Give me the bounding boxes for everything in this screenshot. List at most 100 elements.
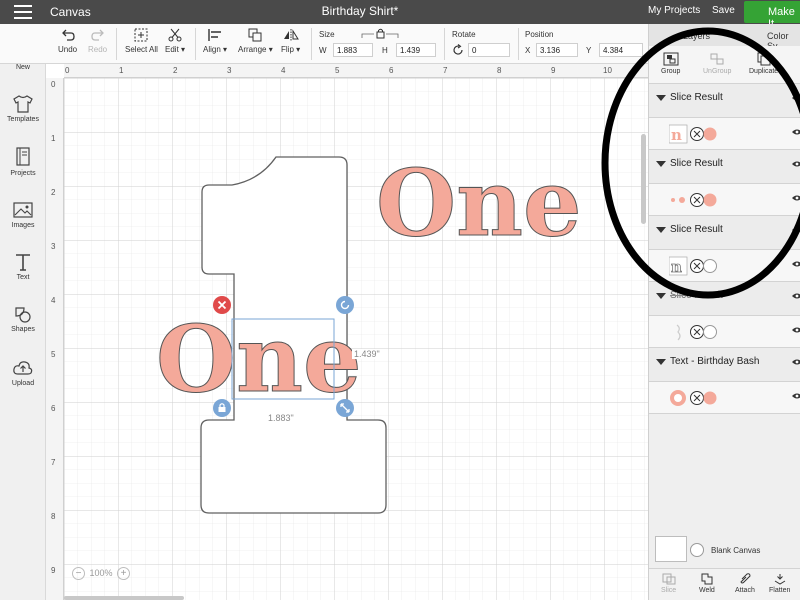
lock-ratio-icon[interactable]	[360, 28, 400, 40]
layer-thumbnail	[670, 390, 717, 406]
width-dimension-label: 1.883"	[268, 413, 294, 423]
zoom-in-button[interactable]: +	[117, 567, 131, 580]
layer-group-header[interactable]: Text - Birthday Bash	[649, 348, 800, 382]
sidebar-label-projects: Projects	[10, 170, 36, 177]
cloud-upload-icon	[13, 361, 33, 375]
collapse-chevron-icon[interactable]	[656, 95, 666, 101]
save-link[interactable]: Save	[712, 5, 735, 16]
layer-row[interactable]: n	[649, 118, 800, 150]
height-input[interactable]: 1.439	[396, 43, 436, 57]
blank-canvas-swatch[interactable]	[655, 536, 687, 562]
ruler-top-tick: 0	[65, 66, 70, 75]
visibility-eye-icon[interactable]	[791, 194, 800, 202]
edit-toolbar: Undo Redo Select All Edit ▾ Align ▾ Arra…	[0, 24, 648, 64]
sidebar-item-upload[interactable]: Upload	[0, 358, 46, 387]
layer-row[interactable]	[649, 382, 800, 414]
design-canvas[interactable]: 0 1 2 3 4 5 6 7 8 9 10 0 1 2 3 4 5 6 7 8…	[46, 64, 648, 600]
sidebar-item-shapes[interactable]: Shapes	[0, 304, 46, 333]
ruler-left-tick: 6	[51, 404, 56, 413]
layer-group-title: Slice Result	[670, 158, 723, 169]
visibility-eye-icon[interactable]	[791, 128, 800, 136]
layer-group-header[interactable]: Slice Result	[649, 216, 800, 250]
redo-button[interactable]: Redo	[88, 28, 107, 54]
blank-canvas-color-picker[interactable]	[690, 543, 704, 557]
layer-group-title: Slice Result	[670, 290, 723, 301]
sidebar-item-templates[interactable]: Templates	[0, 94, 46, 123]
ruler-top-tick: 3	[227, 66, 232, 75]
visibility-eye-icon[interactable]	[791, 292, 800, 300]
undo-button[interactable]: Undo	[58, 28, 77, 54]
rotate-input[interactable]: 0	[468, 43, 510, 57]
duplicate-button[interactable]: Duplicate	[749, 52, 778, 75]
text-one-right[interactable]: One	[376, 149, 583, 258]
visibility-eye-icon[interactable]	[791, 94, 800, 102]
ungroup-button[interactable]: UnGroup	[703, 52, 731, 75]
select-all-label: Select All	[125, 45, 158, 54]
shapes-icon	[15, 307, 31, 323]
my-projects-link[interactable]: My Projects	[648, 5, 700, 16]
rotate-handle[interactable]	[336, 296, 354, 314]
size-label: Size	[319, 30, 335, 39]
ruler-left-tick: 4	[51, 296, 56, 305]
visibility-eye-icon[interactable]	[791, 358, 800, 366]
slice-button[interactable]: Slice	[661, 573, 676, 594]
bottom-tools: Slice Weld Attach Flatten	[649, 568, 800, 600]
sidebar-item-text[interactable]: Text	[0, 252, 46, 281]
select-all-icon	[134, 28, 148, 42]
x-position-input[interactable]: 3.136	[536, 43, 578, 57]
zoom-out-button[interactable]: −	[72, 567, 85, 580]
sidebar-item-images[interactable]: Images	[0, 200, 46, 229]
attach-button[interactable]: Attach	[735, 573, 755, 594]
ruler-top-tick: 6	[389, 66, 394, 75]
scissors-icon	[168, 28, 182, 42]
collapse-chevron-icon[interactable]	[656, 227, 666, 233]
visibility-eye-icon[interactable]	[791, 226, 800, 234]
group-button[interactable]: Group	[661, 52, 680, 75]
align-menu-button[interactable]: Align ▾	[203, 28, 227, 54]
weld-button[interactable]: Weld	[699, 573, 715, 594]
width-input[interactable]: 1.883	[333, 43, 373, 57]
vertical-scrollbar[interactable]	[641, 134, 646, 224]
layer-group-title: Slice Result	[670, 92, 723, 103]
visibility-eye-icon[interactable]	[791, 260, 800, 268]
svg-text:n: n	[671, 126, 682, 144]
y-position-input[interactable]: 4.384	[599, 43, 643, 57]
layer-row[interactable]	[649, 316, 800, 348]
layer-group-header[interactable]: Slice Result	[649, 84, 800, 118]
sidebar-label-images: Images	[11, 222, 35, 229]
arrange-label: Arrange	[238, 45, 267, 54]
text-one-left[interactable]: One	[156, 305, 363, 414]
zoom-control: − 100% +	[72, 567, 131, 580]
collapse-chevron-icon[interactable]	[656, 161, 666, 167]
edit-menu-button[interactable]: Edit ▾	[165, 28, 185, 54]
visibility-eye-icon[interactable]	[791, 392, 800, 400]
arrange-menu-button[interactable]: Arrange ▾	[238, 28, 273, 54]
group-icon	[663, 52, 679, 66]
layer-group-header[interactable]: Slice Result	[649, 150, 800, 184]
flatten-button[interactable]: Flatten	[769, 573, 790, 594]
edit-label: Edit	[165, 45, 179, 54]
layer-row[interactable]	[649, 184, 800, 216]
make-it-button[interactable]: Make It	[744, 1, 800, 30]
collapse-chevron-icon[interactable]	[656, 359, 666, 365]
select-all-button[interactable]: Select All	[125, 28, 158, 54]
horizontal-scrollbar[interactable]	[64, 596, 184, 600]
visibility-eye-icon[interactable]	[791, 160, 800, 168]
weld-label: Weld	[699, 587, 715, 594]
height-dimension-label: 1.439"	[352, 349, 382, 359]
sidebar-item-projects[interactable]: Projects	[0, 146, 46, 177]
layers-panel: Layers Color Sy Group UnGroup Duplicate …	[648, 24, 800, 600]
layer-group-header[interactable]: Slice Result	[649, 282, 800, 316]
collapse-chevron-icon[interactable]	[656, 293, 666, 299]
flip-menu-button[interactable]: Flip ▾	[281, 28, 300, 54]
flatten-label: Flatten	[769, 587, 791, 594]
top-bar: Canvas Birthday Shirt* My Projects Save …	[0, 0, 800, 30]
visibility-eye-icon[interactable]	[791, 326, 800, 334]
tab-layers[interactable]: Layers	[683, 31, 710, 41]
rotate-label: Rotate	[452, 30, 476, 39]
undo-icon	[61, 29, 75, 41]
duplicate-icon	[757, 52, 771, 66]
layer-row[interactable]: n	[649, 250, 800, 282]
ruler-top-tick: 1	[119, 66, 124, 75]
ruler-top-tick: 5	[335, 66, 340, 75]
